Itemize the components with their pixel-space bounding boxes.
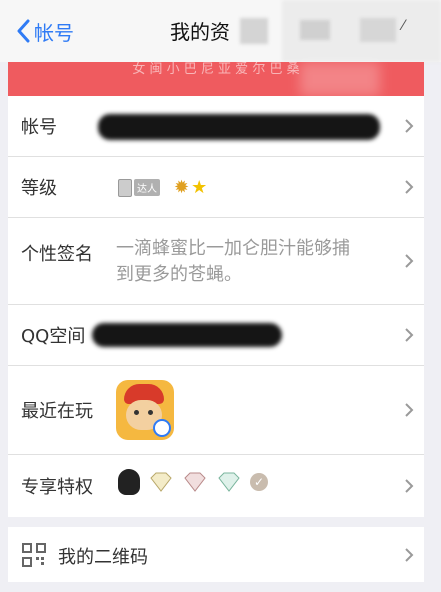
- redacted-account: [98, 114, 380, 140]
- profile-list: 帐号 等级 达人 ✹ ★ 个性签名 一滴蜂蜜比一加仑胆汁能够捕 到更多的苍蝇。 …: [8, 96, 424, 517]
- signature-line: 一滴蜂蜜比一加仑胆汁能够捕: [116, 238, 350, 259]
- redacted-qzone: [92, 323, 282, 347]
- eye-shape: [148, 410, 153, 415]
- row-label: 个性签名: [21, 244, 93, 265]
- diamond-icon: [184, 472, 206, 492]
- chevron-right-icon: [405, 328, 414, 342]
- row-qr-code[interactable]: 我的二维码: [8, 527, 424, 582]
- diamond-icon: [218, 472, 240, 492]
- chevron-right-icon: [405, 547, 414, 562]
- back-button[interactable]: 帐号: [16, 14, 74, 48]
- chevron-right-icon: [405, 119, 414, 133]
- sun-icon: ✹: [174, 177, 190, 198]
- qr-label: 我的二维码: [58, 547, 148, 568]
- row-label: 最近在玩: [21, 401, 93, 422]
- signature-line: 到更多的苍蝇。: [116, 264, 242, 285]
- banner-text: 女 闽 小 巴 尼 亚 爱 尔 巴 桑: [132, 62, 300, 77]
- diamond-icon: [150, 472, 172, 492]
- row-privileges[interactable]: 专享特权 ✓: [8, 455, 424, 517]
- back-label: 帐号: [34, 20, 74, 45]
- chevron-left-icon: [17, 19, 30, 43]
- level-badges: 达人 ✹ ★: [118, 177, 207, 198]
- chevron-right-icon: [405, 180, 414, 194]
- navigation-bar: 帐号 我的资 ⁄: [0, 0, 441, 62]
- row-qzone[interactable]: QQ空间: [8, 305, 424, 366]
- row-label: 帐号: [21, 117, 57, 138]
- qr-code-icon: [22, 543, 46, 567]
- row-label: 专享特权: [21, 477, 93, 498]
- penguin-icon: [118, 469, 140, 495]
- badge-icon: [153, 419, 171, 437]
- row-signature[interactable]: 个性签名 一滴蜂蜜比一加仑胆汁能够捕 到更多的苍蝇。: [8, 218, 424, 305]
- row-label: 等级: [21, 178, 57, 199]
- chevron-right-icon: [405, 254, 414, 268]
- star-icon: ★: [191, 177, 208, 198]
- page-title: 我的资: [170, 20, 230, 44]
- blurred-area: [240, 18, 268, 44]
- talent-badge: 达人: [134, 179, 160, 196]
- row-level[interactable]: 等级 达人 ✹ ★: [8, 157, 424, 218]
- row-account[interactable]: 帐号: [8, 96, 424, 157]
- privilege-icons: ✓: [118, 469, 268, 495]
- row-label: QQ空间: [21, 326, 86, 347]
- row-recent-games[interactable]: 最近在玩: [8, 366, 424, 455]
- chevron-right-icon: [405, 479, 414, 493]
- chevron-right-icon: [405, 403, 414, 417]
- menu-icon[interactable]: ⁄: [402, 18, 404, 34]
- blurred-area: [300, 62, 380, 96]
- signature-text: 一滴蜂蜜比一加仑胆汁能够捕 到更多的苍蝇。: [116, 236, 392, 288]
- blurred-area: [360, 18, 396, 42]
- device-icon: [118, 178, 132, 197]
- game-icon[interactable]: [116, 380, 174, 440]
- eye-shape: [134, 410, 139, 415]
- check-icon: ✓: [250, 473, 268, 491]
- blurred-area: [300, 20, 330, 40]
